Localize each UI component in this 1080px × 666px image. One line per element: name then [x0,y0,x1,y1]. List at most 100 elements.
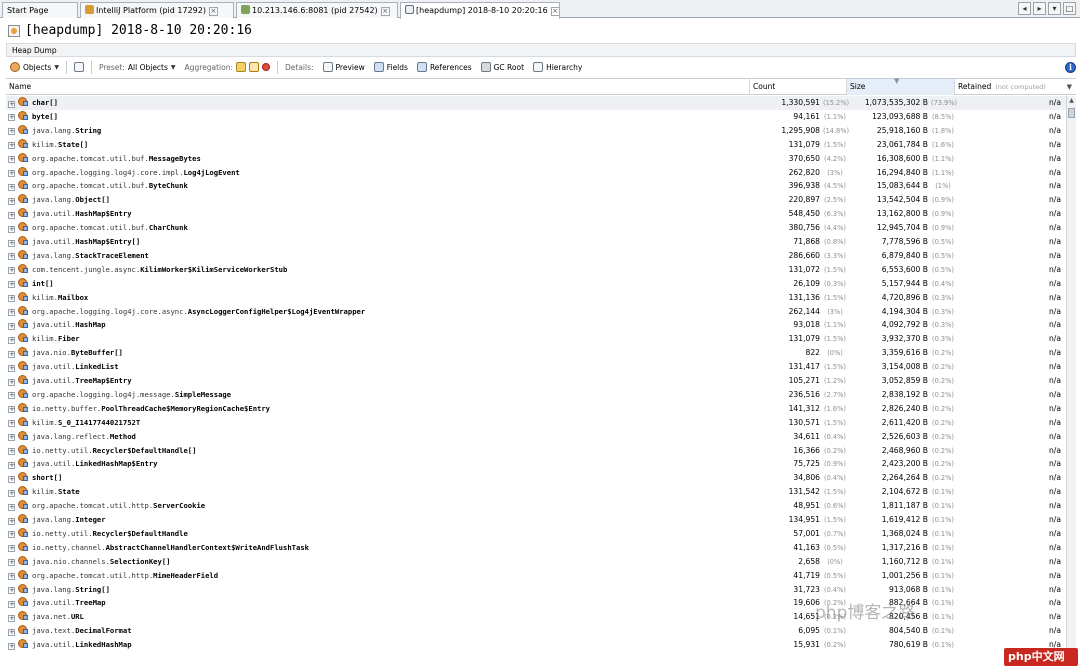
expand-icon[interactable]: + [8,420,15,428]
table-row[interactable]: + io.netty.util.Recycler$DefaultHandle 57,… [6,527,1066,541]
expand-icon[interactable]: + [8,114,15,122]
expand-icon[interactable]: + [8,517,15,525]
table-row[interactable]: + io.netty.channel.AbstractChannelHandler… [6,541,1066,555]
column-header-count[interactable]: Count [750,79,847,95]
table-row[interactable]: + java.lang.StackTraceElement 286,660 (3.3%… [6,249,1066,263]
expand-icon[interactable]: + [8,448,15,455]
tab-heapdump[interactable]: [heapdump] 2018-8-10 20:20:16 × [400,2,560,19]
table-row[interactable]: + kilim.State[] 131,079 (1.5%) 23,061,784 B (… [6,138,1066,152]
table-row[interactable]: + com.tencent.jungle.async.KilimWorker$Ki… [6,263,1066,277]
scroll-tabs-left-button[interactable]: ◂ [1018,2,1031,15]
table-row[interactable]: + org.apache.logging.log4j.core.impl.Log4… [6,166,1066,180]
chevron-down-icon[interactable]: ▼ [1067,79,1072,95]
table-row[interactable]: + java.lang.String[] 31,723 (0.4%) 913,068 B… [6,583,1066,597]
table-row[interactable]: + char[] 1,330,591 (15.2%) 1,073,535,302 B (7… [6,96,1066,110]
tab-list-button[interactable]: ▾ [1048,2,1061,15]
expand-icon[interactable]: + [8,350,15,358]
expand-icon[interactable]: + [8,267,15,275]
expand-icon[interactable]: + [8,253,15,261]
expand-icon[interactable]: + [8,156,15,164]
package-aggregation-icon[interactable] [235,62,246,72]
expand-icon[interactable]: + [8,225,15,233]
table-row[interactable]: + java.util.LinkedHashMap$Entry 75,725 (0.9… [6,457,1066,471]
table-row[interactable]: + java.util.HashMap$Entry[] 71,868 (0.8%) 7,… [6,235,1066,249]
expand-icon[interactable]: + [8,364,15,372]
table-row[interactable]: + java.util.TreeMap$Entry 105,271 (1.2%) 3,0… [6,374,1066,388]
table-row[interactable]: + java.lang.String 1,295,908 (14.8%) 25,918,… [6,124,1066,138]
scrollbar-thumb[interactable] [1068,108,1075,118]
expand-icon[interactable]: + [8,642,15,650]
expand-icon[interactable]: + [8,614,15,622]
table-row[interactable]: + org.apache.tomcat.util.buf.MessageBytes… [6,152,1066,166]
table-row[interactable]: + org.apache.tomcat.util.buf.CharChunk 380… [6,221,1066,235]
close-icon[interactable]: × [208,7,218,16]
expand-icon[interactable]: + [8,211,15,219]
tab-intellij-platform[interactable]: IntelliJ Platform (pid 17292) × [80,2,234,18]
close-icon[interactable]: × [550,7,559,16]
expand-icon[interactable]: + [8,197,15,205]
table-row[interactable]: + int[] 26,109 (0.3%) 5,157,944 B (0.4%) n/a [6,277,1066,291]
expand-icon[interactable]: + [8,295,15,303]
fields-button[interactable]: Fields [372,60,410,75]
table-row[interactable]: + java.nio.channels.SelectionKey[] 2,658 (0… [6,555,1066,569]
column-header-retained[interactable]: Retained (not computed) ▼ [955,79,1076,95]
expand-icon[interactable]: + [8,128,15,136]
column-header-name[interactable]: Name [6,79,750,95]
vertical-scrollbar[interactable]: ▲ [1066,96,1076,666]
table-row[interactable]: + org.apache.tomcat.util.buf.ByteChunk 396… [6,179,1066,193]
expand-icon[interactable]: + [8,309,15,316]
expand-icon[interactable]: + [8,461,15,469]
expand-icon[interactable]: + [8,600,15,608]
table-row[interactable]: + byte[] 94,161 (1.1%) 123,093,688 B (8.5%) n/… [6,110,1066,124]
table-row[interactable]: + kilim.State 131,542 (1.5%) 2,104,672 B (0.1… [6,485,1066,499]
preset-selector[interactable]: Preset: All Objects ▼ [97,60,178,75]
tab-remote-host[interactable]: 10.213.146.6:8081 (pid 27542) × [236,2,398,18]
expand-icon[interactable]: + [8,392,15,400]
expand-icon[interactable]: + [8,573,15,581]
maximize-button[interactable]: □ [1063,2,1076,15]
expand-icon[interactable]: + [8,531,15,539]
expand-icon[interactable]: + [8,100,15,108]
expand-icon[interactable]: + [8,170,15,177]
table-row[interactable]: + java.text.DecimalFormat 6,095 (0.1%) 804,5… [6,624,1066,638]
expand-icon[interactable]: + [8,406,15,414]
table-row[interactable]: + java.util.LinkedHashMap 15,931 (0.2%) 780,… [6,638,1066,652]
table-row[interactable]: + java.util.HashMap 93,018 (1.1%) 4,092,792 … [6,318,1066,332]
table-row[interactable]: + org.apache.tomcat.util.http.MimeHeaderF… [6,569,1066,583]
expand-icon[interactable]: + [8,545,15,553]
expand-icon[interactable]: + [8,559,15,567]
table-row[interactable]: + io.netty.buffer.PoolThreadCache$MemoryR… [6,402,1066,416]
expand-icon[interactable]: + [8,587,15,594]
table-row[interactable]: + short[] 34,806 (0.4%) 2,264,264 B (0.2%) n/a [6,471,1066,485]
close-icon[interactable]: × [380,7,390,16]
expand-icon[interactable]: + [8,142,15,150]
expand-icon[interactable]: + [8,378,15,386]
hierarchy-button[interactable]: Hierarchy [531,60,584,75]
scroll-up-icon[interactable]: ▲ [1067,96,1076,105]
expand-icon[interactable]: + [8,475,15,483]
snapshot-button[interactable] [72,60,86,75]
expand-icon[interactable]: + [8,322,15,330]
expand-icon[interactable]: + [8,336,15,344]
table-row[interactable]: + java.lang.Object[] 220,897 (2.5%) 13,542,5… [6,193,1066,207]
table-row[interactable]: + kilim.Fiber 131,079 (1.5%) 3,932,370 B (0.3… [6,332,1066,346]
class-aggregation-icon[interactable] [248,62,259,72]
expand-icon[interactable]: + [8,281,15,289]
objects-dropdown[interactable]: Objects ▼ [8,60,61,75]
table-row[interactable]: + org.apache.tomcat.util.http.ServerCooki… [6,499,1066,513]
expand-icon[interactable]: + [8,239,15,247]
expand-icon[interactable]: + [8,434,15,442]
table-row[interactable]: + kilim.S_0_I1417744021752T 130,571 (1.5%) 2… [6,416,1066,430]
expand-icon[interactable]: + [8,489,15,497]
table-row[interactable]: + java.lang.Integer 134,951 (1.5%) 1,619,412… [6,513,1066,527]
scroll-tabs-right-button[interactable]: ▸ [1033,2,1046,15]
table-row[interactable]: + java.lang.reflect.Method 34,611 (0.4%) 2,5… [6,430,1066,444]
column-header-size[interactable]: ▼ Size [847,77,955,95]
preview-button[interactable]: Preview [321,60,367,75]
table-row[interactable]: + java.util.HashMap$Entry 548,450 (6.3%) 13,… [6,207,1066,221]
expand-icon[interactable]: + [8,183,15,191]
references-button[interactable]: References [415,60,474,75]
table-row[interactable]: + io.netty.util.Recycler$DefaultHandle[] 1… [6,444,1066,458]
tab-start-page[interactable]: Start Page [2,2,78,18]
stop-icon[interactable] [261,63,270,71]
